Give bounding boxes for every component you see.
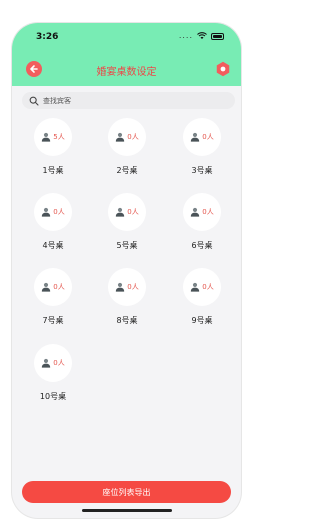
signal-icon: .... [178, 31, 193, 40]
guest-icon [191, 207, 200, 217]
table-card[interactable]: 5人 1号桌 [23, 118, 83, 182]
search-input[interactable] [43, 96, 223, 105]
table-circle[interactable]: 0人 [34, 344, 72, 382]
table-card[interactable]: 0人 9号桌 [172, 268, 232, 332]
guest-icon [42, 132, 51, 142]
table-circle[interactable]: 0人 [183, 118, 221, 156]
app-screen: 3:26 .... 婚宴桌数设定 查找宾客 5人 1号桌 0人 2号桌 0人 3… [12, 23, 241, 518]
export-seat-list-button[interactable]: 座位列表导出 [22, 481, 231, 503]
guest-icon [42, 282, 51, 292]
guest-count: 0人 [127, 283, 139, 291]
table-circle[interactable]: 0人 [183, 193, 221, 231]
guest-count: 0人 [53, 283, 65, 291]
table-name: 8号桌 [116, 316, 138, 325]
table-name: 4号桌 [42, 241, 64, 250]
guest-count: 0人 [202, 283, 214, 291]
table-card[interactable]: 0人 10号桌 [23, 344, 83, 408]
table-name: 10号桌 [39, 392, 67, 401]
guest-icon [116, 207, 125, 217]
table-circle[interactable]: 0人 [108, 193, 146, 231]
table-circle[interactable]: 0人 [34, 193, 72, 231]
header-bar: 3:26 .... 婚宴桌数设定 [12, 23, 241, 86]
table-name: 3号桌 [191, 166, 213, 175]
guest-count: 0人 [202, 208, 214, 216]
guest-count: 0人 [127, 133, 139, 141]
table-name: 9号桌 [191, 316, 213, 325]
table-card[interactable]: 0人 5号桌 [97, 193, 157, 257]
table-name: 6号桌 [191, 241, 213, 250]
status-icons: .... [179, 32, 224, 40]
guest-icon [116, 132, 125, 142]
wifi-icon [197, 32, 207, 39]
table-name: 1号桌 [42, 166, 64, 175]
table-name: 5号桌 [116, 241, 138, 250]
guest-icon [42, 207, 51, 217]
table-circle[interactable]: 0人 [34, 268, 72, 306]
table-card[interactable]: 0人 2号桌 [97, 118, 157, 182]
guest-count: 5人 [53, 133, 65, 141]
guest-count: 0人 [53, 359, 65, 367]
table-circle[interactable]: 0人 [183, 268, 221, 306]
table-card[interactable]: 0人 3号桌 [172, 118, 232, 182]
guest-icon [191, 132, 200, 142]
table-circle[interactable]: 0人 [108, 268, 146, 306]
home-indicator [82, 509, 172, 512]
table-card[interactable]: 0人 4号桌 [23, 193, 83, 257]
table-circle[interactable]: 0人 [108, 118, 146, 156]
table-name: 7号桌 [42, 316, 64, 325]
table-circle[interactable]: 5人 [34, 118, 72, 156]
search-bar[interactable] [22, 92, 235, 109]
guest-count: 0人 [127, 208, 139, 216]
table-card[interactable]: 0人 7号桌 [23, 268, 83, 332]
status-time: 3:26 [36, 32, 59, 42]
table-card[interactable]: 0人 6号桌 [172, 193, 232, 257]
search-icon [29, 96, 39, 106]
table-card[interactable]: 0人 8号桌 [97, 268, 157, 332]
guest-count: 0人 [53, 208, 65, 216]
guest-count: 0人 [202, 133, 214, 141]
guest-icon [191, 282, 200, 292]
settings-icon[interactable] [215, 61, 231, 77]
guest-icon [42, 358, 51, 368]
guest-icon [116, 282, 125, 292]
table-name: 2号桌 [116, 166, 138, 175]
page-title: 婚宴桌数设定 [96, 67, 157, 78]
battery-icon [211, 32, 224, 40]
